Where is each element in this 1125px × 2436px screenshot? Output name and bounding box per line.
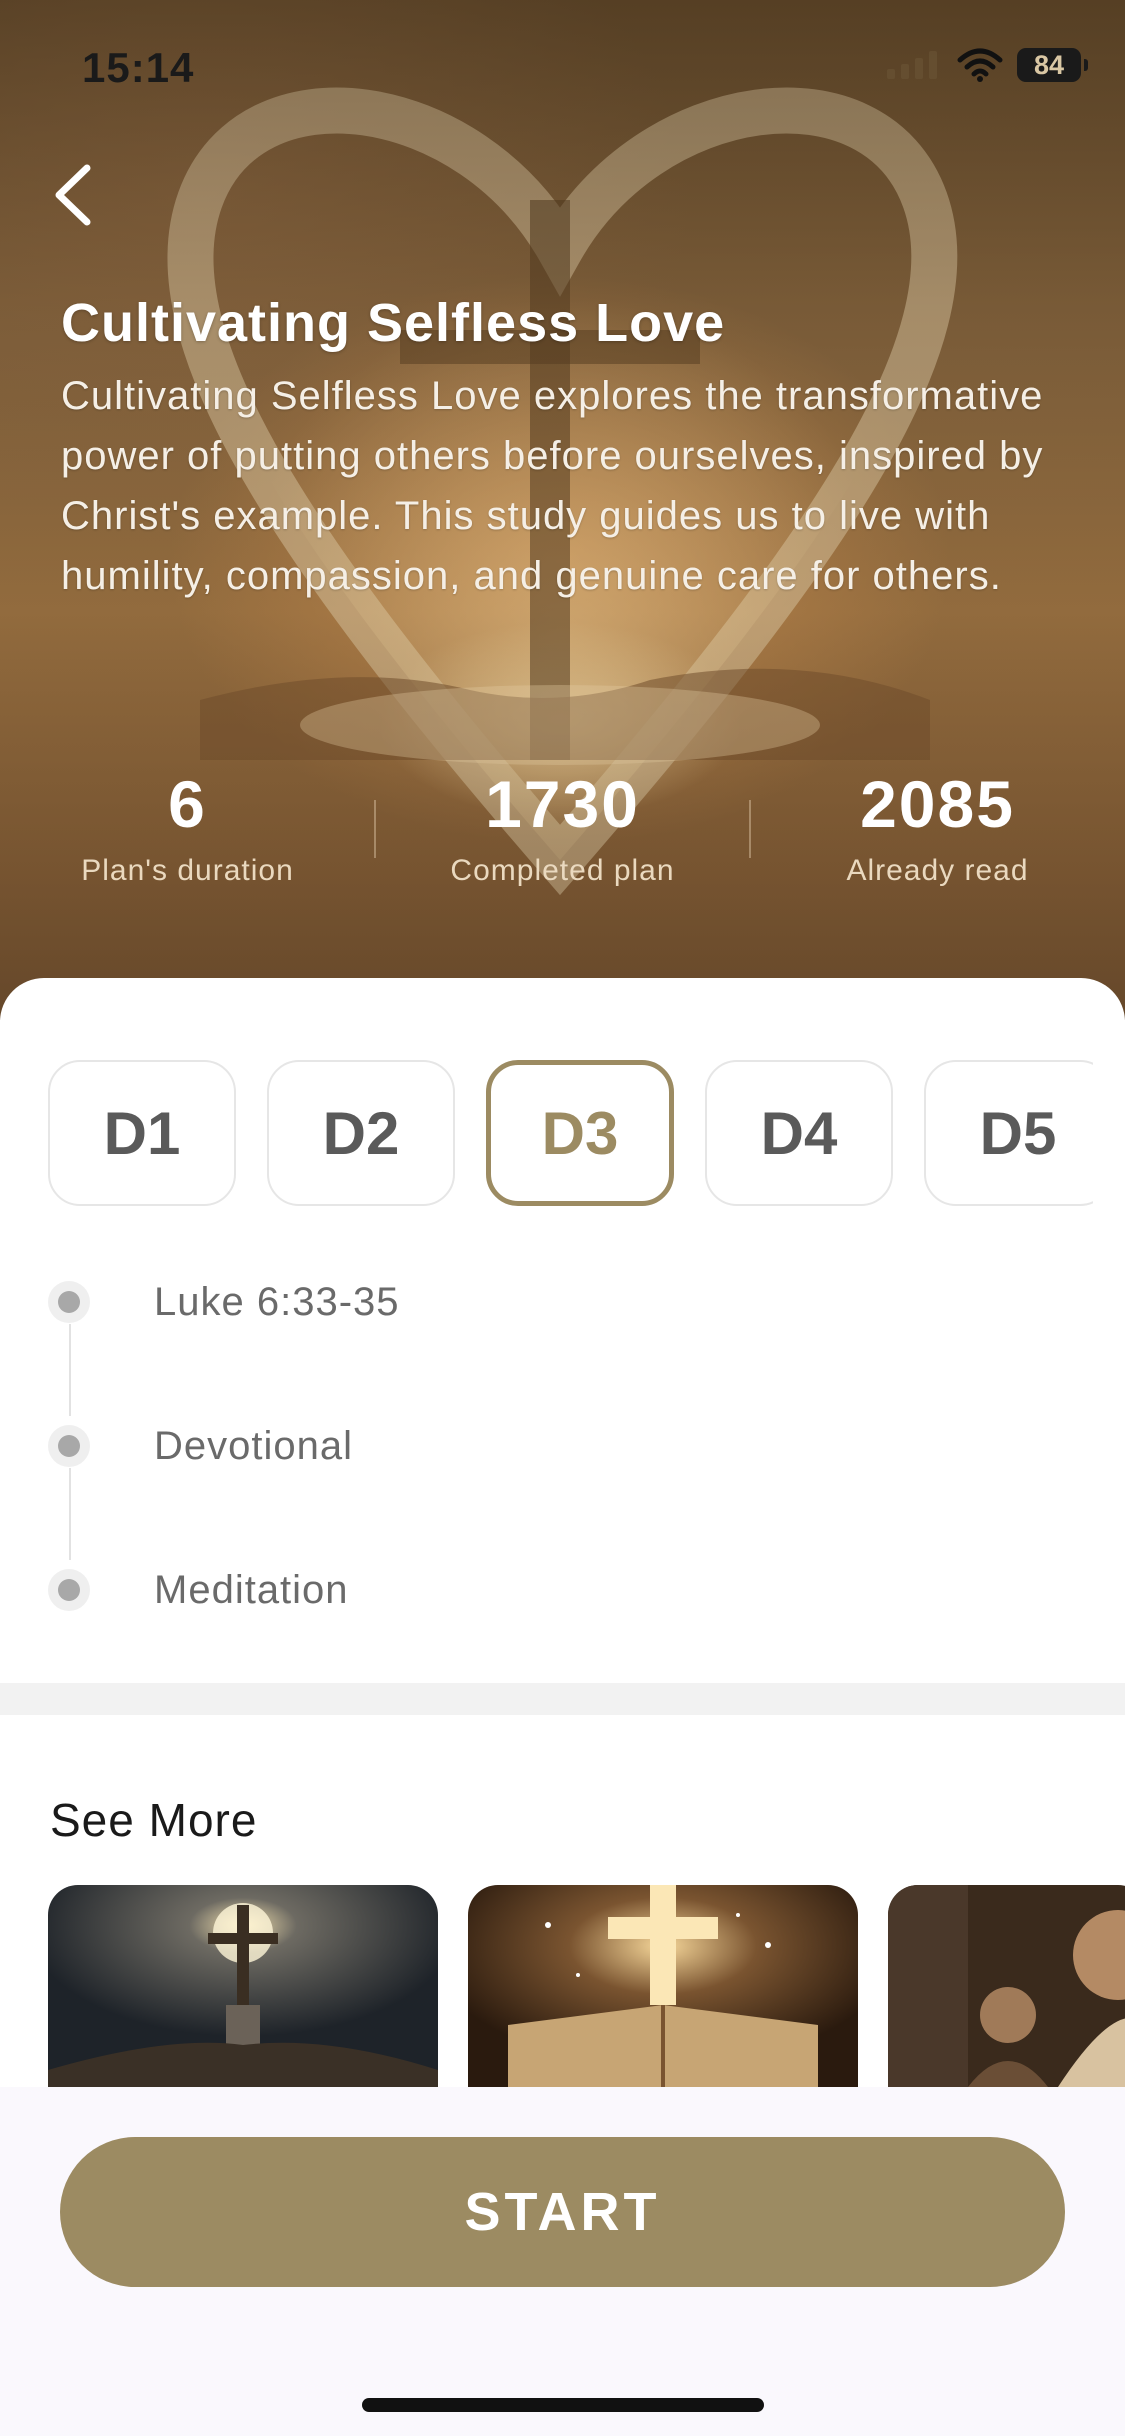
signal-icon xyxy=(887,51,937,79)
timeline-dot-icon xyxy=(48,1425,90,1467)
stat-divider xyxy=(374,800,376,858)
stat-label: Already read xyxy=(846,854,1029,887)
timeline-label: Luke 6:33-35 xyxy=(154,1279,400,1324)
day-tab-d2[interactable]: D2 xyxy=(267,1060,455,1206)
back-button[interactable] xyxy=(38,160,108,230)
wifi-icon xyxy=(957,48,1003,82)
day-tab-d5[interactable]: D5 xyxy=(924,1060,1093,1206)
timeline-item-devotional[interactable]: Devotional xyxy=(48,1424,353,1468)
day-tab-d4[interactable]: D4 xyxy=(705,1060,893,1206)
timeline-label: Devotional xyxy=(154,1423,354,1468)
home-indicator xyxy=(362,2398,764,2412)
timeline-item-meditation[interactable]: Meditation xyxy=(48,1568,349,1612)
timeline-label: Meditation xyxy=(154,1567,349,1612)
timeline-dot-icon xyxy=(48,1281,90,1323)
day-selector: D1 D2 D3 D4 D5 xyxy=(48,1060,1093,1212)
stat-divider xyxy=(749,800,751,858)
timeline-connector xyxy=(69,1324,71,1416)
timeline-dot-icon xyxy=(48,1569,90,1611)
see-more-section: See More xyxy=(0,1715,1125,2087)
see-more-card-3[interactable] xyxy=(888,1885,1125,2087)
day-tab-d3[interactable]: D3 xyxy=(486,1060,674,1206)
battery-icon: 84 xyxy=(1017,48,1088,82)
stat-value: 1730 xyxy=(485,767,640,841)
stat-label: Completed plan xyxy=(450,854,675,887)
plan-description: Cultivating Selfless Love explores the t… xyxy=(61,374,1044,598)
stat-duration: 6 Plan's duration xyxy=(0,762,375,888)
status-time: 15:14 xyxy=(82,44,195,91)
chevron-left-icon xyxy=(55,164,91,226)
plan-days-card: D1 D2 D3 D4 D5 Luke 6:33-35 Devotional M… xyxy=(0,978,1125,1683)
plan-stats: 6 Plan's duration 1730 Completed plan 20… xyxy=(0,762,1125,888)
bible-and-cross-image xyxy=(468,1885,858,2087)
status-icons: 84 xyxy=(887,48,1088,82)
stat-value: 6 xyxy=(168,767,207,841)
stat-label: Plan's duration xyxy=(81,854,294,887)
cross-on-hill-image xyxy=(48,1885,438,2087)
see-more-card-1[interactable] xyxy=(48,1885,438,2087)
see-more-card-2[interactable] xyxy=(468,1885,858,2087)
start-button[interactable]: START xyxy=(60,2137,1065,2287)
stat-read: 2085 Already read xyxy=(750,762,1125,888)
timeline-item-scripture[interactable]: Luke 6:33-35 xyxy=(48,1280,400,1324)
day-tab-d1[interactable]: D1 xyxy=(48,1060,236,1206)
stat-value: 2085 xyxy=(860,767,1015,841)
stat-completed: 1730 Completed plan xyxy=(375,762,750,888)
battery-level: 84 xyxy=(1033,49,1065,80)
timeline-connector xyxy=(69,1468,71,1560)
section-divider xyxy=(0,1683,1125,1715)
jesus-with-child-image xyxy=(888,1885,1125,2087)
see-more-title: See More xyxy=(50,1794,258,1846)
bottom-action-bar: START xyxy=(0,2087,1125,2436)
plan-title: Cultivating Selfless Love xyxy=(61,293,726,353)
